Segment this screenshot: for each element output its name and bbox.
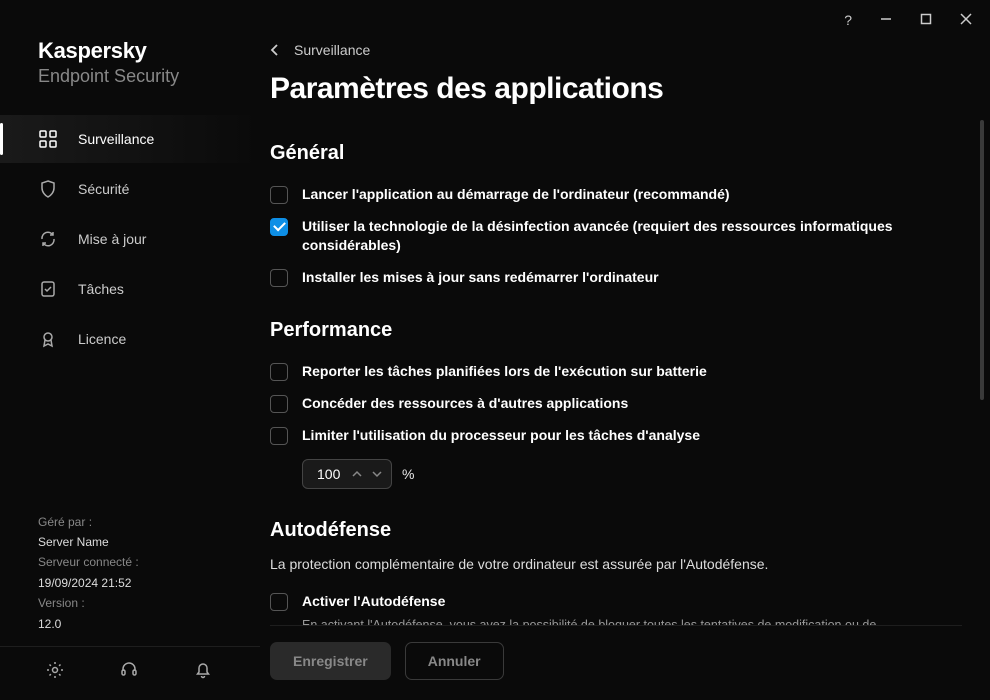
server-connected-label: Serveur connecté : [38,552,222,572]
checkbox-launch-on-startup[interactable] [270,186,288,204]
cpu-limit-unit: % [402,466,414,482]
brand-subtitle: Endpoint Security [38,66,222,87]
settings-icon[interactable] [46,661,64,682]
sidebar-item-label: Tâches [78,281,124,297]
sidebar-item-label: Licence [78,331,126,347]
sidebar-item-label: Mise à jour [78,231,146,247]
checkbox-yield-resources[interactable] [270,395,288,413]
section-performance-title: Performance [270,319,932,342]
save-button[interactable]: Enregistrer [270,642,391,680]
shield-icon [38,179,58,199]
chevron-up-icon[interactable] [351,468,363,480]
chevron-left-icon [270,43,280,57]
sidebar-item-tasks[interactable]: Tâches [0,265,260,313]
checkbox-install-without-restart[interactable] [270,269,288,287]
selfdefense-description: La protection complémentaire de votre or… [270,556,932,572]
version-label: Version : [38,593,222,613]
cancel-button[interactable]: Annuler [405,642,504,680]
scrollbar-thumb[interactable] [980,120,984,400]
support-icon[interactable] [120,661,138,682]
checkbox-limit-cpu[interactable] [270,427,288,445]
refresh-icon [38,229,58,249]
section-general-title: Général [270,142,932,165]
checkbox-postpone-on-battery[interactable] [270,363,288,381]
sidebar-item-update[interactable]: Mise à jour [0,215,260,263]
managed-by-value: Server Name [38,532,222,552]
checkbox-advanced-disinfection[interactable] [270,218,288,236]
sidebar-item-license[interactable]: Licence [0,315,260,363]
sidebar-item-label: Sécurité [78,181,129,197]
clipboard-icon [38,279,58,299]
section-selfdefense-title: Autodéfense [270,519,932,542]
badge-icon [38,329,58,349]
notifications-icon[interactable] [194,661,212,682]
chevron-down-icon[interactable] [371,468,383,480]
server-connected-value: 19/09/2024 21:52 [38,573,222,593]
checkbox-label: Reporter les tâches planifiées lors de l… [302,362,707,382]
sidebar-item-label: Surveillance [78,131,154,147]
selfdefense-subtext: En activant l'Autodéfense, vous avez la … [302,616,932,625]
sidebar-item-security[interactable]: Sécurité [0,165,260,213]
brand-title: Kaspersky [38,38,222,64]
checkbox-label: Utiliser la technologie de la désinfecti… [302,217,932,256]
checkbox-label: Concéder des ressources à d'autres appli… [302,394,628,414]
cpu-limit-value: 100 [317,466,345,482]
managed-by-label: Géré par : [38,512,222,532]
checkbox-label: Lancer l'application au démarrage de l'o… [302,185,730,205]
page-title: Paramètres des applications [270,72,962,106]
breadcrumb-label: Surveillance [294,42,370,58]
checkbox-enable-selfdefense[interactable] [270,593,288,611]
checkbox-label: Limiter l'utilisation du processeur pour… [302,426,700,446]
scrollbar[interactable] [980,120,984,630]
sidebar-item-surveillance[interactable]: Surveillance [0,115,260,163]
cpu-limit-stepper[interactable]: 100 [302,459,392,489]
dashboard-icon [38,129,58,149]
version-value: 12.0 [38,614,222,634]
checkbox-label: Activer l'Autodéfense [302,592,932,612]
breadcrumb[interactable]: Surveillance [270,42,962,58]
checkbox-label: Installer les mises à jour sans redémarr… [302,268,659,288]
